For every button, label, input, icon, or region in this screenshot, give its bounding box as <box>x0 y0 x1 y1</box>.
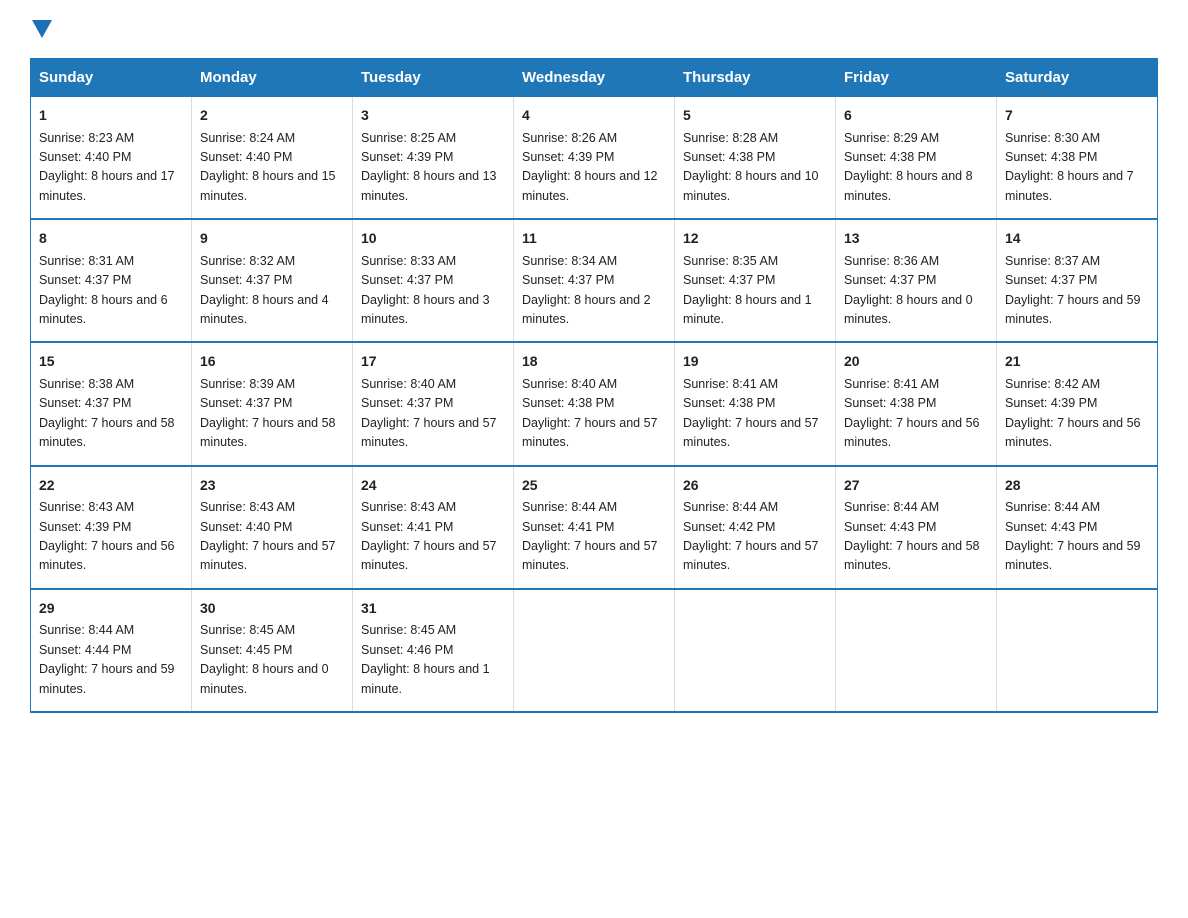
calendar-cell: 17Sunrise: 8:40 AMSunset: 4:37 PMDayligh… <box>353 342 514 465</box>
calendar-cell: 13Sunrise: 8:36 AMSunset: 4:37 PMDayligh… <box>836 219 997 342</box>
day-number: 1 <box>39 105 183 127</box>
logo-triangle-icon <box>32 20 52 38</box>
day-number: 2 <box>200 105 344 127</box>
calendar-cell <box>997 589 1158 712</box>
calendar-cell: 5Sunrise: 8:28 AMSunset: 4:38 PMDaylight… <box>675 97 836 220</box>
day-number: 24 <box>361 475 505 497</box>
calendar-week-4: 22Sunrise: 8:43 AMSunset: 4:39 PMDayligh… <box>31 466 1158 589</box>
calendar-cell: 29Sunrise: 8:44 AMSunset: 4:44 PMDayligh… <box>31 589 192 712</box>
day-number: 5 <box>683 105 827 127</box>
calendar-week-2: 8Sunrise: 8:31 AMSunset: 4:37 PMDaylight… <box>31 219 1158 342</box>
day-number: 25 <box>522 475 666 497</box>
day-number: 8 <box>39 228 183 250</box>
calendar-table: SundayMondayTuesdayWednesdayThursdayFrid… <box>30 58 1158 713</box>
calendar-cell: 19Sunrise: 8:41 AMSunset: 4:38 PMDayligh… <box>675 342 836 465</box>
day-number: 6 <box>844 105 988 127</box>
column-header-monday: Monday <box>192 59 353 97</box>
day-number: 10 <box>361 228 505 250</box>
calendar-cell: 3Sunrise: 8:25 AMSunset: 4:39 PMDaylight… <box>353 97 514 220</box>
calendar-cell: 26Sunrise: 8:44 AMSunset: 4:42 PMDayligh… <box>675 466 836 589</box>
calendar-cell: 12Sunrise: 8:35 AMSunset: 4:37 PMDayligh… <box>675 219 836 342</box>
day-number: 15 <box>39 351 183 373</box>
day-number: 7 <box>1005 105 1149 127</box>
page-header <box>30 20 1158 38</box>
day-number: 27 <box>844 475 988 497</box>
calendar-cell: 15Sunrise: 8:38 AMSunset: 4:37 PMDayligh… <box>31 342 192 465</box>
column-header-saturday: Saturday <box>997 59 1158 97</box>
logo <box>30 20 54 38</box>
calendar-cell: 10Sunrise: 8:33 AMSunset: 4:37 PMDayligh… <box>353 219 514 342</box>
column-header-friday: Friday <box>836 59 997 97</box>
day-number: 26 <box>683 475 827 497</box>
day-number: 16 <box>200 351 344 373</box>
calendar-cell: 21Sunrise: 8:42 AMSunset: 4:39 PMDayligh… <box>997 342 1158 465</box>
calendar-cell: 18Sunrise: 8:40 AMSunset: 4:38 PMDayligh… <box>514 342 675 465</box>
calendar-cell: 1Sunrise: 8:23 AMSunset: 4:40 PMDaylight… <box>31 97 192 220</box>
day-number: 14 <box>1005 228 1149 250</box>
calendar-cell: 16Sunrise: 8:39 AMSunset: 4:37 PMDayligh… <box>192 342 353 465</box>
calendar-cell: 14Sunrise: 8:37 AMSunset: 4:37 PMDayligh… <box>997 219 1158 342</box>
calendar-cell: 27Sunrise: 8:44 AMSunset: 4:43 PMDayligh… <box>836 466 997 589</box>
column-header-wednesday: Wednesday <box>514 59 675 97</box>
calendar-cell: 22Sunrise: 8:43 AMSunset: 4:39 PMDayligh… <box>31 466 192 589</box>
calendar-cell: 2Sunrise: 8:24 AMSunset: 4:40 PMDaylight… <box>192 97 353 220</box>
calendar-cell: 31Sunrise: 8:45 AMSunset: 4:46 PMDayligh… <box>353 589 514 712</box>
calendar-cell: 20Sunrise: 8:41 AMSunset: 4:38 PMDayligh… <box>836 342 997 465</box>
day-number: 22 <box>39 475 183 497</box>
calendar-week-3: 15Sunrise: 8:38 AMSunset: 4:37 PMDayligh… <box>31 342 1158 465</box>
calendar-cell: 24Sunrise: 8:43 AMSunset: 4:41 PMDayligh… <box>353 466 514 589</box>
day-number: 11 <box>522 228 666 250</box>
day-number: 13 <box>844 228 988 250</box>
calendar-cell: 25Sunrise: 8:44 AMSunset: 4:41 PMDayligh… <box>514 466 675 589</box>
day-number: 29 <box>39 598 183 620</box>
column-header-tuesday: Tuesday <box>353 59 514 97</box>
calendar-cell: 23Sunrise: 8:43 AMSunset: 4:40 PMDayligh… <box>192 466 353 589</box>
calendar-cell: 30Sunrise: 8:45 AMSunset: 4:45 PMDayligh… <box>192 589 353 712</box>
calendar-week-5: 29Sunrise: 8:44 AMSunset: 4:44 PMDayligh… <box>31 589 1158 712</box>
calendar-cell: 7Sunrise: 8:30 AMSunset: 4:38 PMDaylight… <box>997 97 1158 220</box>
calendar-cell: 8Sunrise: 8:31 AMSunset: 4:37 PMDaylight… <box>31 219 192 342</box>
calendar-cell <box>514 589 675 712</box>
calendar-cell: 4Sunrise: 8:26 AMSunset: 4:39 PMDaylight… <box>514 97 675 220</box>
day-number: 31 <box>361 598 505 620</box>
calendar-cell: 28Sunrise: 8:44 AMSunset: 4:43 PMDayligh… <box>997 466 1158 589</box>
calendar-cell: 11Sunrise: 8:34 AMSunset: 4:37 PMDayligh… <box>514 219 675 342</box>
day-number: 21 <box>1005 351 1149 373</box>
day-number: 4 <box>522 105 666 127</box>
day-number: 30 <box>200 598 344 620</box>
calendar-cell: 6Sunrise: 8:29 AMSunset: 4:38 PMDaylight… <box>836 97 997 220</box>
calendar-cell <box>675 589 836 712</box>
day-number: 9 <box>200 228 344 250</box>
day-number: 19 <box>683 351 827 373</box>
day-number: 28 <box>1005 475 1149 497</box>
calendar-cell: 9Sunrise: 8:32 AMSunset: 4:37 PMDaylight… <box>192 219 353 342</box>
column-header-sunday: Sunday <box>31 59 192 97</box>
calendar-cell <box>836 589 997 712</box>
day-number: 20 <box>844 351 988 373</box>
day-number: 12 <box>683 228 827 250</box>
day-number: 18 <box>522 351 666 373</box>
day-number: 3 <box>361 105 505 127</box>
column-header-thursday: Thursday <box>675 59 836 97</box>
calendar-header-row: SundayMondayTuesdayWednesdayThursdayFrid… <box>31 59 1158 97</box>
day-number: 17 <box>361 351 505 373</box>
day-number: 23 <box>200 475 344 497</box>
calendar-week-1: 1Sunrise: 8:23 AMSunset: 4:40 PMDaylight… <box>31 97 1158 220</box>
